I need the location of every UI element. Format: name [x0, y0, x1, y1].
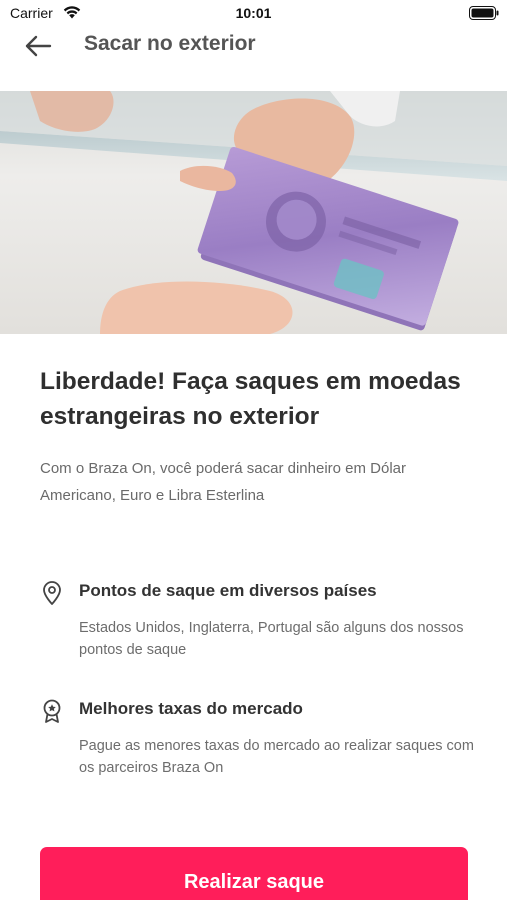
- page-title: Sacar no exterior: [84, 32, 256, 55]
- back-button[interactable]: [20, 30, 56, 62]
- main-content: Liberdade! Faça saques em moedas estrang…: [40, 364, 470, 509]
- headline: Liberdade! Faça saques em moedas estrang…: [40, 368, 461, 430]
- location-pin-icon: [43, 581, 61, 605]
- feature-description: Estados Unidos, Inglaterra, Portugal são…: [79, 620, 464, 658]
- battery-icon: [469, 6, 499, 20]
- feature-title: Pontos de saque em diversos países: [79, 581, 377, 600]
- app-header: Sacar no exterior: [0, 28, 507, 68]
- award-badge-icon: [43, 699, 61, 723]
- arrow-left-icon: [25, 35, 52, 57]
- feature-title: Melhores taxas do mercado: [79, 699, 303, 718]
- status-bar: Carrier 10:01: [0, 0, 507, 28]
- realizar-saque-button[interactable]: Realizar saque: [40, 847, 468, 900]
- intro-text: Com o Braza On, você poderá sacar dinhei…: [40, 460, 407, 504]
- banknote-illustration: [0, 91, 507, 334]
- feature-description: Pague as menores taxas do mercado ao rea…: [79, 738, 474, 776]
- hero-image: [0, 91, 507, 334]
- status-time: 10:01: [235, 5, 272, 21]
